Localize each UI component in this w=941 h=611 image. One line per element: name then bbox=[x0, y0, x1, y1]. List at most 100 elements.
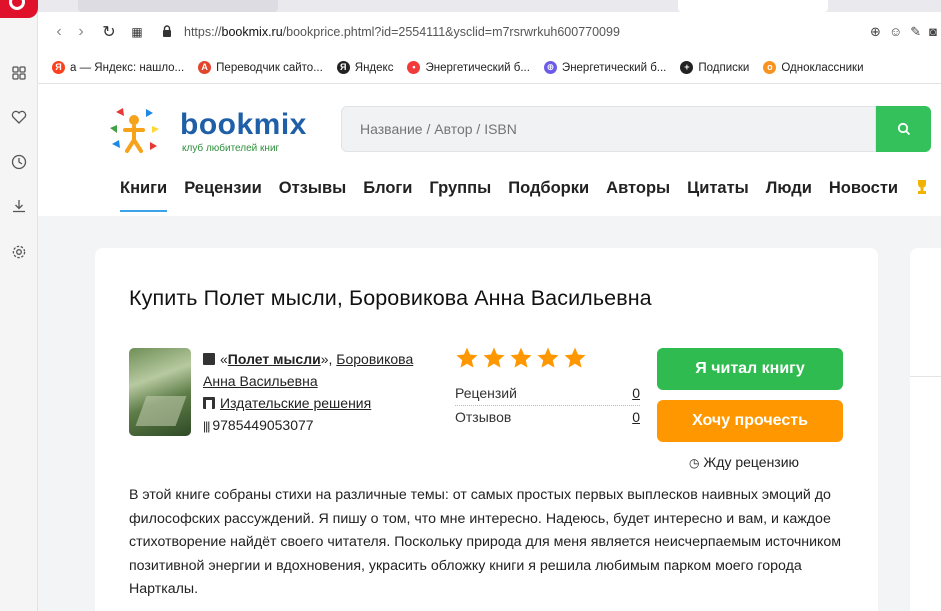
trophy-icon[interactable] bbox=[915, 179, 929, 200]
bookmark-label: Подписки bbox=[698, 61, 750, 74]
menu-item-reviews[interactable]: Рецензии bbox=[184, 179, 262, 200]
lock-icon bbox=[162, 24, 172, 40]
history-clock-icon[interactable] bbox=[9, 154, 29, 174]
speed-dial-icon[interactable] bbox=[9, 66, 29, 86]
book-icon bbox=[203, 353, 215, 365]
globe-icon: ⊕ bbox=[543, 61, 557, 74]
isbn-value: 9785449053077 bbox=[212, 417, 314, 433]
menu-item-news[interactable]: Новости bbox=[829, 179, 898, 200]
ok-icon: о bbox=[763, 61, 777, 74]
book-description: В этой книге собраны стихи на различные … bbox=[129, 487, 842, 597]
isbn-line: ||| 9785449053077 bbox=[203, 414, 433, 437]
bookmark-item[interactable]: A Переводчик сайто... bbox=[198, 61, 323, 74]
wait-review-link[interactable]: ◷ Жду рецензию bbox=[689, 454, 799, 470]
bookmark-label: Переводчик сайто... bbox=[216, 61, 323, 74]
bookmark-label: Яндекс bbox=[354, 61, 394, 74]
publisher-line: Издательские решения bbox=[203, 392, 433, 414]
url-domain: bookmix.ru bbox=[221, 25, 283, 39]
menu-item-collections[interactable]: Подборки bbox=[508, 179, 589, 200]
browser-sidebar bbox=[0, 0, 38, 611]
yandex-icon: Я bbox=[52, 61, 65, 74]
url-field[interactable]: https://bookmix.ru/bookprice.phtml?id=25… bbox=[162, 24, 620, 40]
book-card: Купить Полет мысли, Боровикова Анна Васи… bbox=[95, 248, 878, 611]
rating-stars[interactable] bbox=[455, 346, 587, 370]
book-cover-image[interactable] bbox=[129, 348, 191, 436]
search-icon bbox=[897, 122, 910, 136]
star-icon[interactable] bbox=[563, 346, 587, 370]
menu-item-groups[interactable]: Группы bbox=[429, 179, 491, 200]
quote-close: », bbox=[320, 351, 337, 367]
bookmark-label: Одноклассники bbox=[781, 61, 864, 74]
clock-icon: ◷ bbox=[689, 456, 700, 470]
book-meta: «Полет мысли», Боровикова Анна Васильевн… bbox=[203, 348, 433, 437]
tab-strip bbox=[38, 0, 941, 12]
book-title-line: «Полет мысли», Боровикова Анна Васильевн… bbox=[203, 348, 433, 392]
download-icon[interactable] bbox=[9, 198, 29, 218]
bookmark-label: Энергетический б... bbox=[561, 61, 667, 74]
quote-open: « bbox=[220, 351, 228, 367]
bookmark-item[interactable]: о Одноклассники bbox=[763, 61, 864, 74]
feedback-count-link[interactable]: 0 bbox=[632, 406, 640, 430]
bookmark-item[interactable]: Я Яндекс bbox=[336, 61, 394, 74]
translator-icon: A bbox=[198, 61, 212, 74]
opera-logo-icon[interactable] bbox=[0, 0, 38, 18]
feedback-count-row: Отзывов 0 bbox=[455, 406, 640, 430]
bookmix-logo-icon bbox=[110, 108, 159, 153]
bookmark-item[interactable]: ⊕ Энергетический б... bbox=[543, 61, 667, 74]
menu-item-feedback[interactable]: Отзывы bbox=[279, 179, 346, 200]
bookmark-item[interactable]: + Подписки bbox=[680, 61, 749, 74]
emoji-icon[interactable]: ☺ bbox=[889, 24, 902, 40]
publisher-icon bbox=[203, 397, 215, 409]
browser-tab[interactable] bbox=[78, 0, 278, 12]
wait-review-label: Жду рецензию bbox=[703, 454, 800, 470]
map-pin-icon: • bbox=[407, 61, 421, 74]
page-title: Купить Полет мысли, Боровикова Анна Васи… bbox=[129, 286, 652, 310]
bookmark-label: a — Яндекс: нашло... bbox=[70, 61, 185, 74]
read-book-button[interactable]: Я читал книгу bbox=[657, 348, 843, 390]
menu-item-blogs[interactable]: Блоги bbox=[363, 179, 412, 200]
reload-icon[interactable]: ↻ bbox=[98, 22, 120, 42]
heart-icon[interactable] bbox=[9, 110, 29, 130]
search-input[interactable] bbox=[341, 106, 876, 152]
zoom-icon[interactable]: ⊕ bbox=[870, 24, 881, 40]
site-header: bookmix клуб любителей книг Книги Реценз… bbox=[38, 84, 941, 216]
bookmarks-bar: Яa — Яндекс: нашло... A Переводчик сайто..… bbox=[38, 52, 941, 84]
logo-wordmark: bookmix bbox=[180, 108, 307, 141]
menu-item-books[interactable]: Книги bbox=[120, 179, 168, 212]
address-bar-actions: ⊕ ☺ ✎ ◙ bbox=[870, 24, 941, 40]
yandex-icon: Я bbox=[336, 61, 350, 74]
book-title-link[interactable]: Полет мысли bbox=[228, 351, 321, 367]
star-icon[interactable] bbox=[455, 346, 479, 370]
bookmark-label: Энергетический б... bbox=[425, 61, 530, 74]
url-path: /bookprice.phtml?id=2554111&ysclid=m7rsr… bbox=[282, 25, 620, 39]
settings-gear-icon[interactable] bbox=[9, 244, 29, 264]
plus-icon: + bbox=[680, 61, 694, 74]
main-menu: Книги Рецензии Отзывы Блоги Группы Подбо… bbox=[120, 179, 929, 212]
reviews-count-row: Рецензий 0 bbox=[455, 382, 640, 406]
bookmix-logo[interactable]: bookmix клуб любителей книг bbox=[108, 106, 308, 156]
book-counts: Рецензий 0 Отзывов 0 bbox=[455, 382, 640, 430]
feedback-label: Отзывов bbox=[455, 409, 512, 425]
search-button[interactable] bbox=[876, 106, 931, 152]
star-icon[interactable] bbox=[509, 346, 533, 370]
publisher-link[interactable]: Издательские решения bbox=[220, 395, 371, 411]
bookmark-item[interactable]: Яa — Яндекс: нашло... bbox=[52, 61, 184, 74]
menu-item-people[interactable]: Люди bbox=[766, 179, 812, 200]
menu-item-authors[interactable]: Авторы bbox=[606, 179, 670, 200]
star-icon[interactable] bbox=[536, 346, 560, 370]
bookmark-item[interactable]: • Энергетический б... bbox=[407, 61, 530, 74]
reviews-count-link[interactable]: 0 bbox=[632, 382, 640, 405]
want-to-read-button[interactable]: Хочу прочесть bbox=[657, 400, 843, 442]
camera-icon[interactable]: ◙ bbox=[929, 24, 937, 40]
browser-tab-active[interactable] bbox=[678, 0, 828, 12]
barcode-icon: ||| bbox=[203, 419, 210, 433]
url-prefix: https:// bbox=[184, 25, 222, 39]
reviews-label: Рецензий bbox=[455, 385, 517, 401]
tabs-grid-icon[interactable]: ▦ bbox=[126, 25, 148, 39]
star-icon[interactable] bbox=[482, 346, 506, 370]
menu-item-quotes[interactable]: Цитаты bbox=[687, 179, 749, 200]
forward-icon[interactable]: › bbox=[70, 23, 92, 41]
back-icon[interactable]: ‹ bbox=[48, 23, 70, 41]
edit-icon[interactable]: ✎ bbox=[910, 24, 921, 40]
side-panel-card bbox=[910, 248, 941, 611]
